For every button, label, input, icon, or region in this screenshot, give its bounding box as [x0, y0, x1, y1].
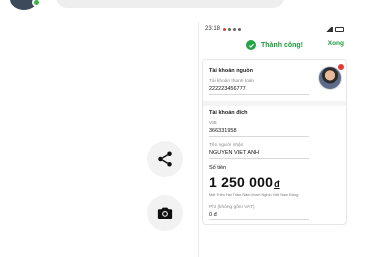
- success-message: Thành công!: [261, 41, 303, 49]
- amount-label: Số tiền: [209, 165, 227, 171]
- amount-value: 1 250 000: [209, 174, 274, 190]
- bank-field: VIB 366331958: [209, 121, 340, 137]
- amount-display: 1 250 000 đ: [209, 174, 340, 190]
- battery-icon: [335, 26, 344, 32]
- notification-icons: [223, 27, 242, 31]
- user-avatar: [318, 66, 342, 90]
- message-input-bubble[interactable]: [56, 0, 284, 8]
- done-button[interactable]: Xong: [328, 40, 344, 47]
- status-bar: 23:18: [199, 22, 350, 36]
- recipient-name: NGUYEN VIET ANH: [209, 150, 309, 159]
- bank-name: VIB: [209, 121, 217, 126]
- success-header: Thành công! Xong: [199, 36, 350, 54]
- amount-currency: đ: [274, 179, 280, 189]
- check-circle-icon: [246, 40, 256, 50]
- field-label: Tên người nhận: [209, 143, 244, 148]
- status-icons: [324, 26, 344, 32]
- camera-button[interactable]: [147, 195, 183, 231]
- section-divider: [203, 101, 346, 106]
- fee-label: Phí (không gồm VAT): [209, 205, 255, 210]
- recipient-field: Tên người nhận NGUYEN VIET ANH: [209, 143, 340, 159]
- signal-icon: [324, 26, 333, 32]
- shared-screenshot[interactable]: 23:18 Thành công! Xong Tài khoản nguồn T…: [198, 22, 350, 257]
- destination-account-number: 366331958: [209, 128, 309, 137]
- share-icon: [158, 151, 172, 167]
- fee-value: 0 đ: [209, 212, 309, 220]
- source-account-number: 222223456777: [209, 86, 309, 95]
- avatar-badge: [338, 64, 344, 70]
- camera-icon: [157, 207, 173, 219]
- amount-in-words: Một Triệu Hai Trăm Năm Mươi Nghìn Việt N…: [209, 193, 299, 197]
- status-time: 23:18: [205, 26, 221, 32]
- share-button[interactable]: [147, 141, 183, 177]
- transaction-card: Tài khoản nguồn Tài khoản thanh toán 222…: [202, 59, 347, 225]
- destination-account-title: Tài khoản đích: [209, 110, 248, 116]
- online-status-dot: [32, 0, 41, 7]
